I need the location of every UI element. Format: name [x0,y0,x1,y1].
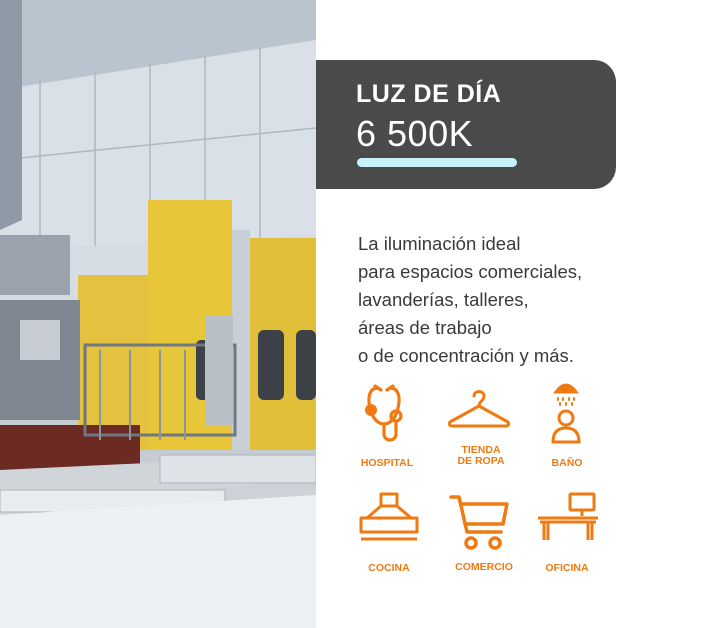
color-temperature-value: 6 500K [356,113,474,154]
description-line: áreas de trabajo [358,317,492,338]
use-label-tienda-de-ropa: TIENDA DE ROPA [457,444,505,467]
desk-computer-icon [536,492,600,542]
shower-icon [548,380,584,446]
badge-title: LUZ DE DÍA [356,80,502,108]
description-line: para espacios comerciales, [358,261,583,282]
use-label-bano: BAÑO [551,457,583,469]
badge-underline-bar [357,158,517,167]
kitchen-hood-icon [359,492,419,542]
stethoscope-icon [360,382,416,446]
shopping-cart-icon [449,494,511,552]
use-label-hospital: HOSPITAL [360,457,414,469]
factory-photo [0,0,316,628]
use-label-comercio: COMERCIO [455,561,513,573]
description-line: lavanderías, talleres, [358,289,529,310]
use-label-cocina: COCINA [368,562,410,574]
factory-scene-illustration [0,0,316,628]
description-line: La iluminación ideal [358,233,521,254]
description-line: o de concentración y más. [358,345,574,366]
use-label-oficina: OFICINA [545,562,589,574]
hanger-icon [447,386,511,430]
description-text: La iluminación ideal para espacios comer… [358,230,688,370]
